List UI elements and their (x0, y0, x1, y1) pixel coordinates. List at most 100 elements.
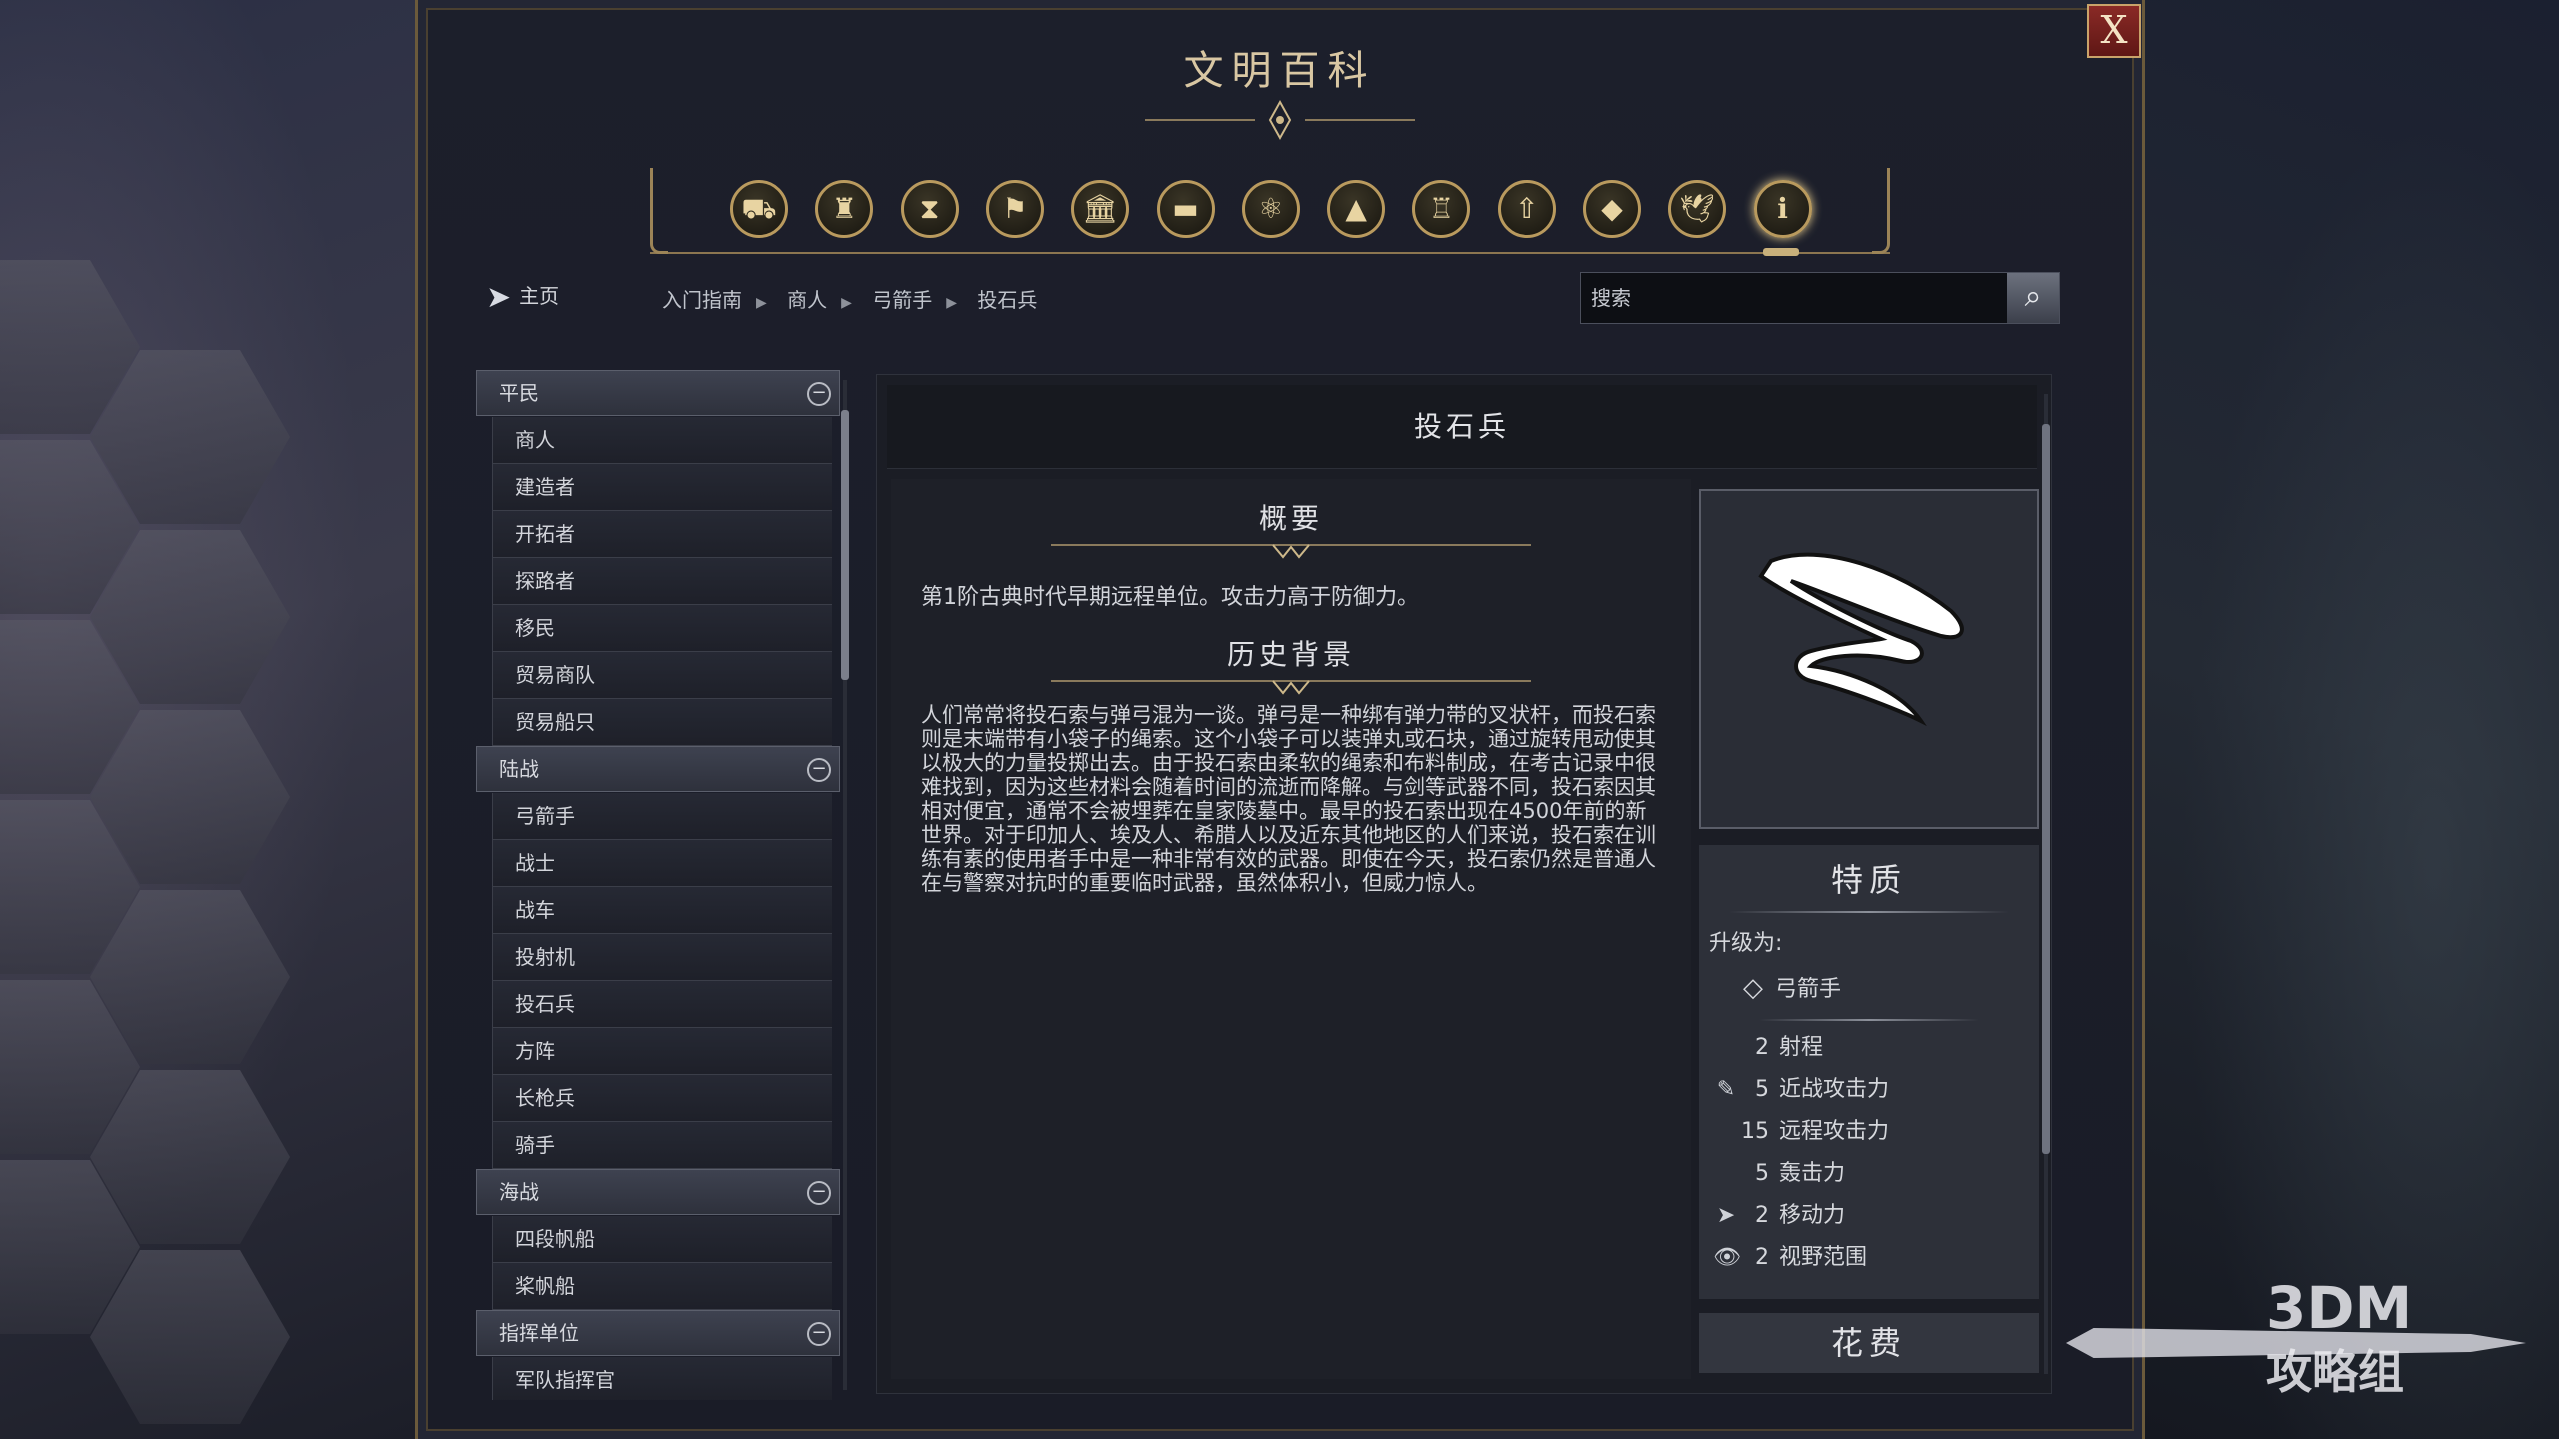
sidebar-scroll-thumb[interactable] (841, 410, 849, 680)
stat-value: 2 (1755, 1035, 1769, 1060)
sidebar-item[interactable]: 弓箭手 (492, 793, 832, 840)
search-icon: ⌕ (2024, 279, 2042, 314)
sidebar-item[interactable]: 开拓者 (492, 511, 832, 558)
sidebar-item[interactable]: 投射机 (492, 934, 832, 981)
article-title: 投石兵 (887, 385, 2037, 469)
unit-class-icon: ◇ (1743, 973, 1763, 1003)
sidebar-item[interactable]: 方阵 (492, 1028, 832, 1075)
sidebar-item[interactable]: 桨帆船 (492, 1263, 832, 1310)
stat-label: 移动力 (1779, 1203, 1846, 1228)
terrain-icon[interactable]: ▲ (1327, 180, 1386, 238)
history-text: 人们常常将投石索与弹弓混为一谈。弹弓是一种绑有弹力带的叉状杆，而投石索则是末端带… (921, 703, 1656, 895)
breadcrumb-item[interactable]: 商人 (787, 288, 827, 312)
breadcrumb-item[interactable]: 弓箭手 (872, 288, 932, 312)
summary-text: 第1阶古典时代早期远程单位。攻击力高于防御力。 (921, 585, 1419, 610)
traits-divider (1729, 911, 2009, 913)
watermark-text: 3DM (2266, 1274, 2413, 1342)
category-header[interactable]: 陆战 − (476, 746, 840, 792)
sidebar-item[interactable]: 长枪兵 (492, 1075, 832, 1122)
traits-panel: 特质 升级为: ◇ 弓箭手 2 射程 ✎ 5 近战攻击力 15 远程攻击力 5 轰击力 ➤ 2 移动力 👁… (1699, 845, 2039, 1299)
stat-label: 轰击力 (1779, 1161, 1846, 1186)
sidebar-item[interactable]: 投石兵 (492, 981, 832, 1028)
upgrade-unit-link[interactable]: ◇ 弓箭手 (1739, 971, 2039, 1003)
sidebar-item[interactable]: 探路者 (492, 558, 832, 605)
breadcrumb-separator-icon: ▶ (756, 295, 767, 311)
sidebar-item[interactable]: 军队指挥官 (492, 1357, 832, 1400)
concepts-icon[interactable]: ◆ (1583, 180, 1641, 238)
sidebar-item[interactable]: 四段帆船 (492, 1216, 832, 1263)
watermark-subtext: 攻略组 (2266, 1345, 2404, 1399)
sidebar-item[interactable]: 移民 (492, 605, 832, 652)
breadcrumb-separator-icon: ▶ (946, 295, 958, 311)
iconbar-right-cap (1872, 168, 1890, 254)
units-icon[interactable]: ⛟ (730, 180, 788, 238)
unit-portrait (1699, 489, 2039, 829)
category-header[interactable]: 指挥单位 − (476, 1310, 840, 1356)
buildings-icon[interactable]: 🏛 (1071, 180, 1130, 238)
stat-row: 15 远程攻击力 (1699, 1111, 2039, 1153)
civilizations-icon[interactable]: ⚑ (985, 180, 1044, 238)
stat-label: 近战攻击力 (1779, 1077, 1890, 1102)
iconbar-left-cap (650, 168, 668, 254)
category-header[interactable]: 平民 − (476, 370, 840, 416)
collapse-icon[interactable]: − (807, 382, 831, 406)
stat-row: ➤ 2 移动力 (1699, 1195, 2039, 1237)
sidebar-item[interactable]: 骑手 (492, 1122, 832, 1169)
category-label: 指挥单位 (499, 1321, 579, 1345)
religion-icon[interactable]: 🕊 (1668, 180, 1727, 238)
hex-tiles (0, 0, 420, 1439)
stats-list: 2 射程 ✎ 5 近战攻击力 15 远程攻击力 5 轰击力 ➤ 2 移动力 👁 2 视野范围 (1699, 1027, 2039, 1279)
unit-list-sidebar: 平民 − 商人 建造者 开拓者 探路者 移民 贸易商队 贸易船只 陆战 − 弓箭手 战士 战车 投射机 投石兵… (476, 370, 840, 1400)
stat-label: 远程攻击力 (1779, 1119, 1890, 1144)
traits-heading: 特质 (1830, 861, 1907, 899)
breadcrumb-item[interactable]: 入门指南 (662, 288, 742, 312)
article-scrollbar[interactable] (2040, 384, 2052, 1384)
improvements-icon[interactable]: ♜ (815, 180, 874, 238)
sidebar-item[interactable]: 贸易商队 (492, 652, 832, 699)
resources-icon[interactable]: ▬ (1156, 180, 1215, 238)
breadcrumb-separator-icon: ▶ (841, 295, 852, 311)
sidebar-item[interactable]: 商人 (492, 417, 832, 464)
active-category-marker (1763, 248, 1799, 256)
collapse-icon[interactable]: − (807, 1322, 831, 1346)
stat-value: 2 (1755, 1203, 1769, 1228)
stat-icon: ➤ (1716, 1203, 1736, 1228)
history-heading: 历史背景 (1226, 638, 1355, 671)
page-title: 文明百科 (1183, 48, 1376, 94)
article-scroll-thumb[interactable] (2042, 424, 2050, 1154)
eras-icon[interactable]: ⧗ (900, 180, 959, 238)
section-divider (1051, 544, 1531, 559)
upgrade-unit-name: 弓箭手 (1775, 977, 1842, 1002)
collapse-icon[interactable]: − (807, 1181, 831, 1205)
sidebar-item[interactable]: 建造者 (492, 464, 832, 511)
stat-value: 5 (1755, 1161, 1769, 1186)
sidebar-item[interactable]: 贸易船只 (492, 699, 832, 746)
info-icon[interactable]: ℹ (1753, 180, 1812, 238)
search-input[interactable] (1581, 273, 2007, 323)
section-divider (1051, 680, 1531, 695)
stat-label: 视野范围 (1779, 1245, 1868, 1270)
category-label: 平民 (499, 381, 539, 405)
stat-icon: ✎ (1716, 1077, 1736, 1102)
stat-label: 射程 (1779, 1035, 1824, 1060)
category-header[interactable]: 海战 − (476, 1169, 840, 1215)
wonders-icon[interactable]: ♖ (1412, 180, 1471, 238)
stat-value: 2 (1755, 1245, 1769, 1270)
technology-icon[interactable]: ⚛ (1241, 180, 1300, 238)
back-arrow-icon: ➤ (486, 280, 512, 315)
search-button[interactable]: ⌕ (2007, 273, 2059, 323)
article-panel: 投石兵 概要 第1阶古典时代早期远程单位。攻击力高于防御力。 历史背景 人们常常… (876, 374, 2052, 1394)
background-right (2139, 0, 2559, 1439)
cost-heading: 花费 (1699, 1313, 2039, 1373)
breadcrumb-item[interactable]: 投石兵 (977, 288, 1037, 312)
sidebar-scrollbar[interactable] (840, 370, 850, 1400)
stat-row: ✎ 5 近战攻击力 (1699, 1069, 2039, 1111)
collapse-icon[interactable]: − (807, 758, 831, 782)
sidebar-item[interactable]: 战士 (492, 840, 832, 887)
watermark-logo: 3DM 攻略组 (2066, 1266, 2536, 1416)
sidebar-item[interactable]: 战车 (492, 887, 832, 934)
home-link[interactable]: ➤ 主页 (486, 280, 559, 315)
category-label: 海战 (499, 1180, 539, 1204)
upgrades-icon[interactable]: ⇧ (1497, 180, 1556, 238)
stat-row: 2 射程 (1699, 1027, 2039, 1069)
